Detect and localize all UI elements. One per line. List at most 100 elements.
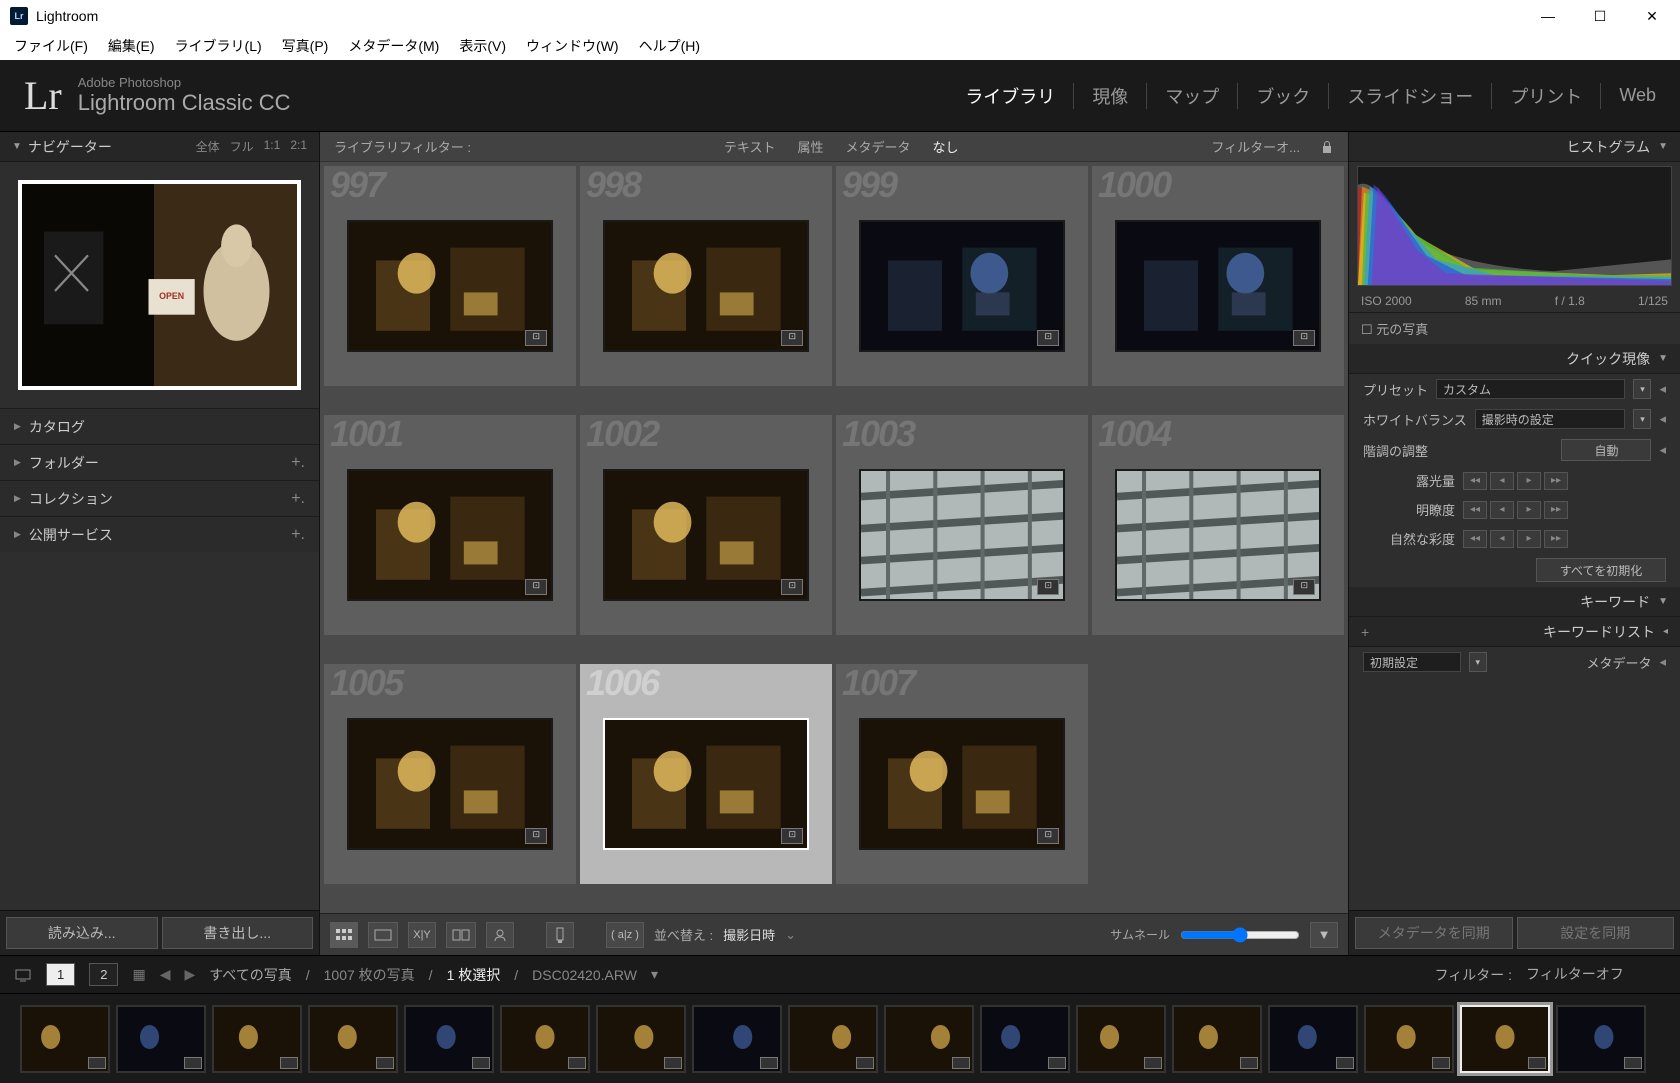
metadata-preset-select[interactable]: 初期設定 <box>1363 652 1461 672</box>
filmstrip-thumb[interactable] <box>596 1005 686 1073</box>
filmstrip-thumb[interactable] <box>500 1005 590 1073</box>
grid-cell[interactable]: 1007⊡ <box>836 664 1088 884</box>
filmstrip-thumb[interactable] <box>404 1005 494 1073</box>
compare-view-button[interactable]: X|Y <box>408 922 436 948</box>
panel-section[interactable]: ▶公開サービス+. <box>0 516 319 552</box>
auto-tone-button[interactable]: 自動 <box>1561 439 1651 461</box>
minimize-button[interactable]: — <box>1522 0 1574 32</box>
grid-cell[interactable]: 999⊡ <box>836 166 1088 386</box>
grid-cell[interactable]: 1006⊡ <box>580 664 832 884</box>
close-button[interactable]: ✕ <box>1626 0 1678 32</box>
filmstrip-thumb[interactable] <box>1364 1005 1454 1073</box>
keyword-header[interactable]: キーワード▼ <box>1349 587 1680 617</box>
keyword-list-header[interactable]: + キーワードリスト◂ <box>1349 617 1680 647</box>
histogram[interactable] <box>1357 166 1672 286</box>
grid-cell[interactable]: 1002⊡ <box>580 415 832 635</box>
filter-select[interactable]: フィルターオフ <box>1526 964 1666 986</box>
menu-item[interactable]: メタデータ(M) <box>338 32 449 60</box>
filmstrip-thumb[interactable] <box>1268 1005 1358 1073</box>
filmstrip[interactable] <box>0 993 1680 1083</box>
survey-view-button[interactable] <box>446 922 476 948</box>
export-button[interactable]: 書き出し... <box>162 917 314 949</box>
grid-cell[interactable]: 1004⊡ <box>1092 415 1344 635</box>
module-tab[interactable]: ブック <box>1238 83 1329 109</box>
quickdev-header[interactable]: クイック現像▼ <box>1349 344 1680 374</box>
grid-view-button[interactable] <box>330 922 358 948</box>
zoom-level[interactable]: 全体 <box>196 138 220 155</box>
filter-tab[interactable]: なし <box>933 137 959 156</box>
import-button[interactable]: 読み込み... <box>6 917 158 949</box>
filmstrip-thumb[interactable] <box>308 1005 398 1073</box>
grid-cell[interactable]: 998⊡ <box>580 166 832 386</box>
grid-nav-icon[interactable]: ▦ <box>132 966 145 983</box>
filmstrip-thumb[interactable] <box>20 1005 110 1073</box>
zoom-level[interactable]: 1:1 <box>264 138 281 155</box>
filmstrip-thumb[interactable] <box>980 1005 1070 1073</box>
filter-preset[interactable]: フィルターオ... <box>1211 137 1300 156</box>
panel-section[interactable]: ▶コレクション+. <box>0 480 319 516</box>
menu-item[interactable]: 編集(E) <box>98 32 165 60</box>
grid-cell[interactable]: 997⊡ <box>324 166 576 386</box>
filter-tab[interactable]: メタデータ <box>846 137 911 156</box>
panel-section[interactable]: ▶カタログ <box>0 408 319 444</box>
grid-cell[interactable]: 1003⊡ <box>836 415 1088 635</box>
exposure-stepper[interactable]: ◂◂◂▸▸▸ <box>1463 472 1568 490</box>
menu-item[interactable]: 写真(P) <box>272 32 339 60</box>
loupe-view-button[interactable] <box>368 922 398 948</box>
painter-tool-button[interactable] <box>546 922 574 948</box>
filmstrip-thumb[interactable] <box>692 1005 782 1073</box>
menu-item[interactable]: 表示(V) <box>449 32 516 60</box>
wb-select[interactable]: 撮影時の設定 <box>1475 409 1626 429</box>
filmstrip-thumb[interactable] <box>116 1005 206 1073</box>
filter-tab[interactable]: テキスト <box>724 137 776 156</box>
filmstrip-thumb[interactable] <box>1076 1005 1166 1073</box>
grid-cell[interactable]: 1001⊡ <box>324 415 576 635</box>
zoom-level[interactable]: フル <box>230 138 254 155</box>
lock-icon[interactable] <box>1320 140 1334 154</box>
grid-cell[interactable]: 1005⊡ <box>324 664 576 884</box>
histogram-header[interactable]: ヒストグラム ▼ <box>1349 132 1680 162</box>
grid-cell[interactable]: 1000⊡ <box>1092 166 1344 386</box>
clarity-stepper[interactable]: ◂◂◂▸▸▸ <box>1463 501 1568 519</box>
filmstrip-thumb[interactable] <box>1172 1005 1262 1073</box>
navigator-header[interactable]: ▼ ナビゲーター 全体フル1:12:1 <box>0 132 319 162</box>
secondary-display-icon[interactable] <box>14 967 32 983</box>
preset-select[interactable]: カスタム <box>1436 379 1625 399</box>
filmstrip-thumb[interactable] <box>788 1005 878 1073</box>
window-2-button[interactable]: 2 <box>89 963 118 986</box>
next-photo-button[interactable]: ▶ <box>184 966 195 983</box>
module-tab[interactable]: 現像 <box>1074 83 1147 109</box>
people-view-button[interactable] <box>486 922 514 948</box>
panel-section[interactable]: ▶フォルダー+. <box>0 444 319 480</box>
filter-tab[interactable]: 属性 <box>797 137 823 156</box>
sync-settings-button[interactable]: 設定を同期 <box>1517 917 1675 949</box>
menu-item[interactable]: ライブラリ(L) <box>165 32 272 60</box>
module-tab[interactable]: スライドショー <box>1329 83 1492 109</box>
dropdown-icon[interactable]: ▾ <box>1633 379 1651 399</box>
thumb-size-slider[interactable] <box>1180 927 1300 943</box>
menu-item[interactable]: ヘルプ(H) <box>629 32 710 60</box>
collection-name[interactable]: すべての写真 <box>209 965 291 985</box>
menu-item[interactable]: ウィンドウ(W) <box>516 32 629 60</box>
thumbnail-grid[interactable]: 997⊡998⊡999⊡1000⊡1001⊡1002⊡1003⊡1004⊡100… <box>320 162 1348 913</box>
sort-direction-button[interactable]: ( a|z ) <box>606 922 644 948</box>
prev-photo-button[interactable]: ◀ <box>160 966 171 983</box>
module-tab[interactable]: プリント <box>1492 83 1601 109</box>
vibrance-stepper[interactable]: ◂◂◂▸▸▸ <box>1463 530 1568 548</box>
histogram-original-row[interactable]: ☐ 元の写真 <box>1349 312 1680 344</box>
navigator-preview[interactable]: OPEN <box>18 180 301 390</box>
module-tab[interactable]: ライブラリ <box>947 83 1074 109</box>
sync-metadata-button[interactable]: メタデータを同期 <box>1355 917 1513 949</box>
reset-all-button[interactable]: すべてを初期化 <box>1536 558 1666 582</box>
filmstrip-thumb[interactable] <box>884 1005 974 1073</box>
toolbar-expand-button[interactable]: ▼ <box>1310 922 1338 948</box>
filmstrip-thumb[interactable] <box>212 1005 302 1073</box>
filmstrip-thumb[interactable] <box>1556 1005 1646 1073</box>
module-tab[interactable]: Web <box>1601 85 1656 106</box>
module-tab[interactable]: マップ <box>1147 83 1238 109</box>
window-1-button[interactable]: 1 <box>46 963 75 986</box>
dropdown-icon[interactable]: ▾ <box>1633 409 1651 429</box>
sort-value[interactable]: 撮影日時 <box>723 925 775 944</box>
zoom-level[interactable]: 2:1 <box>290 138 307 155</box>
maximize-button[interactable]: ☐ <box>1574 0 1626 32</box>
